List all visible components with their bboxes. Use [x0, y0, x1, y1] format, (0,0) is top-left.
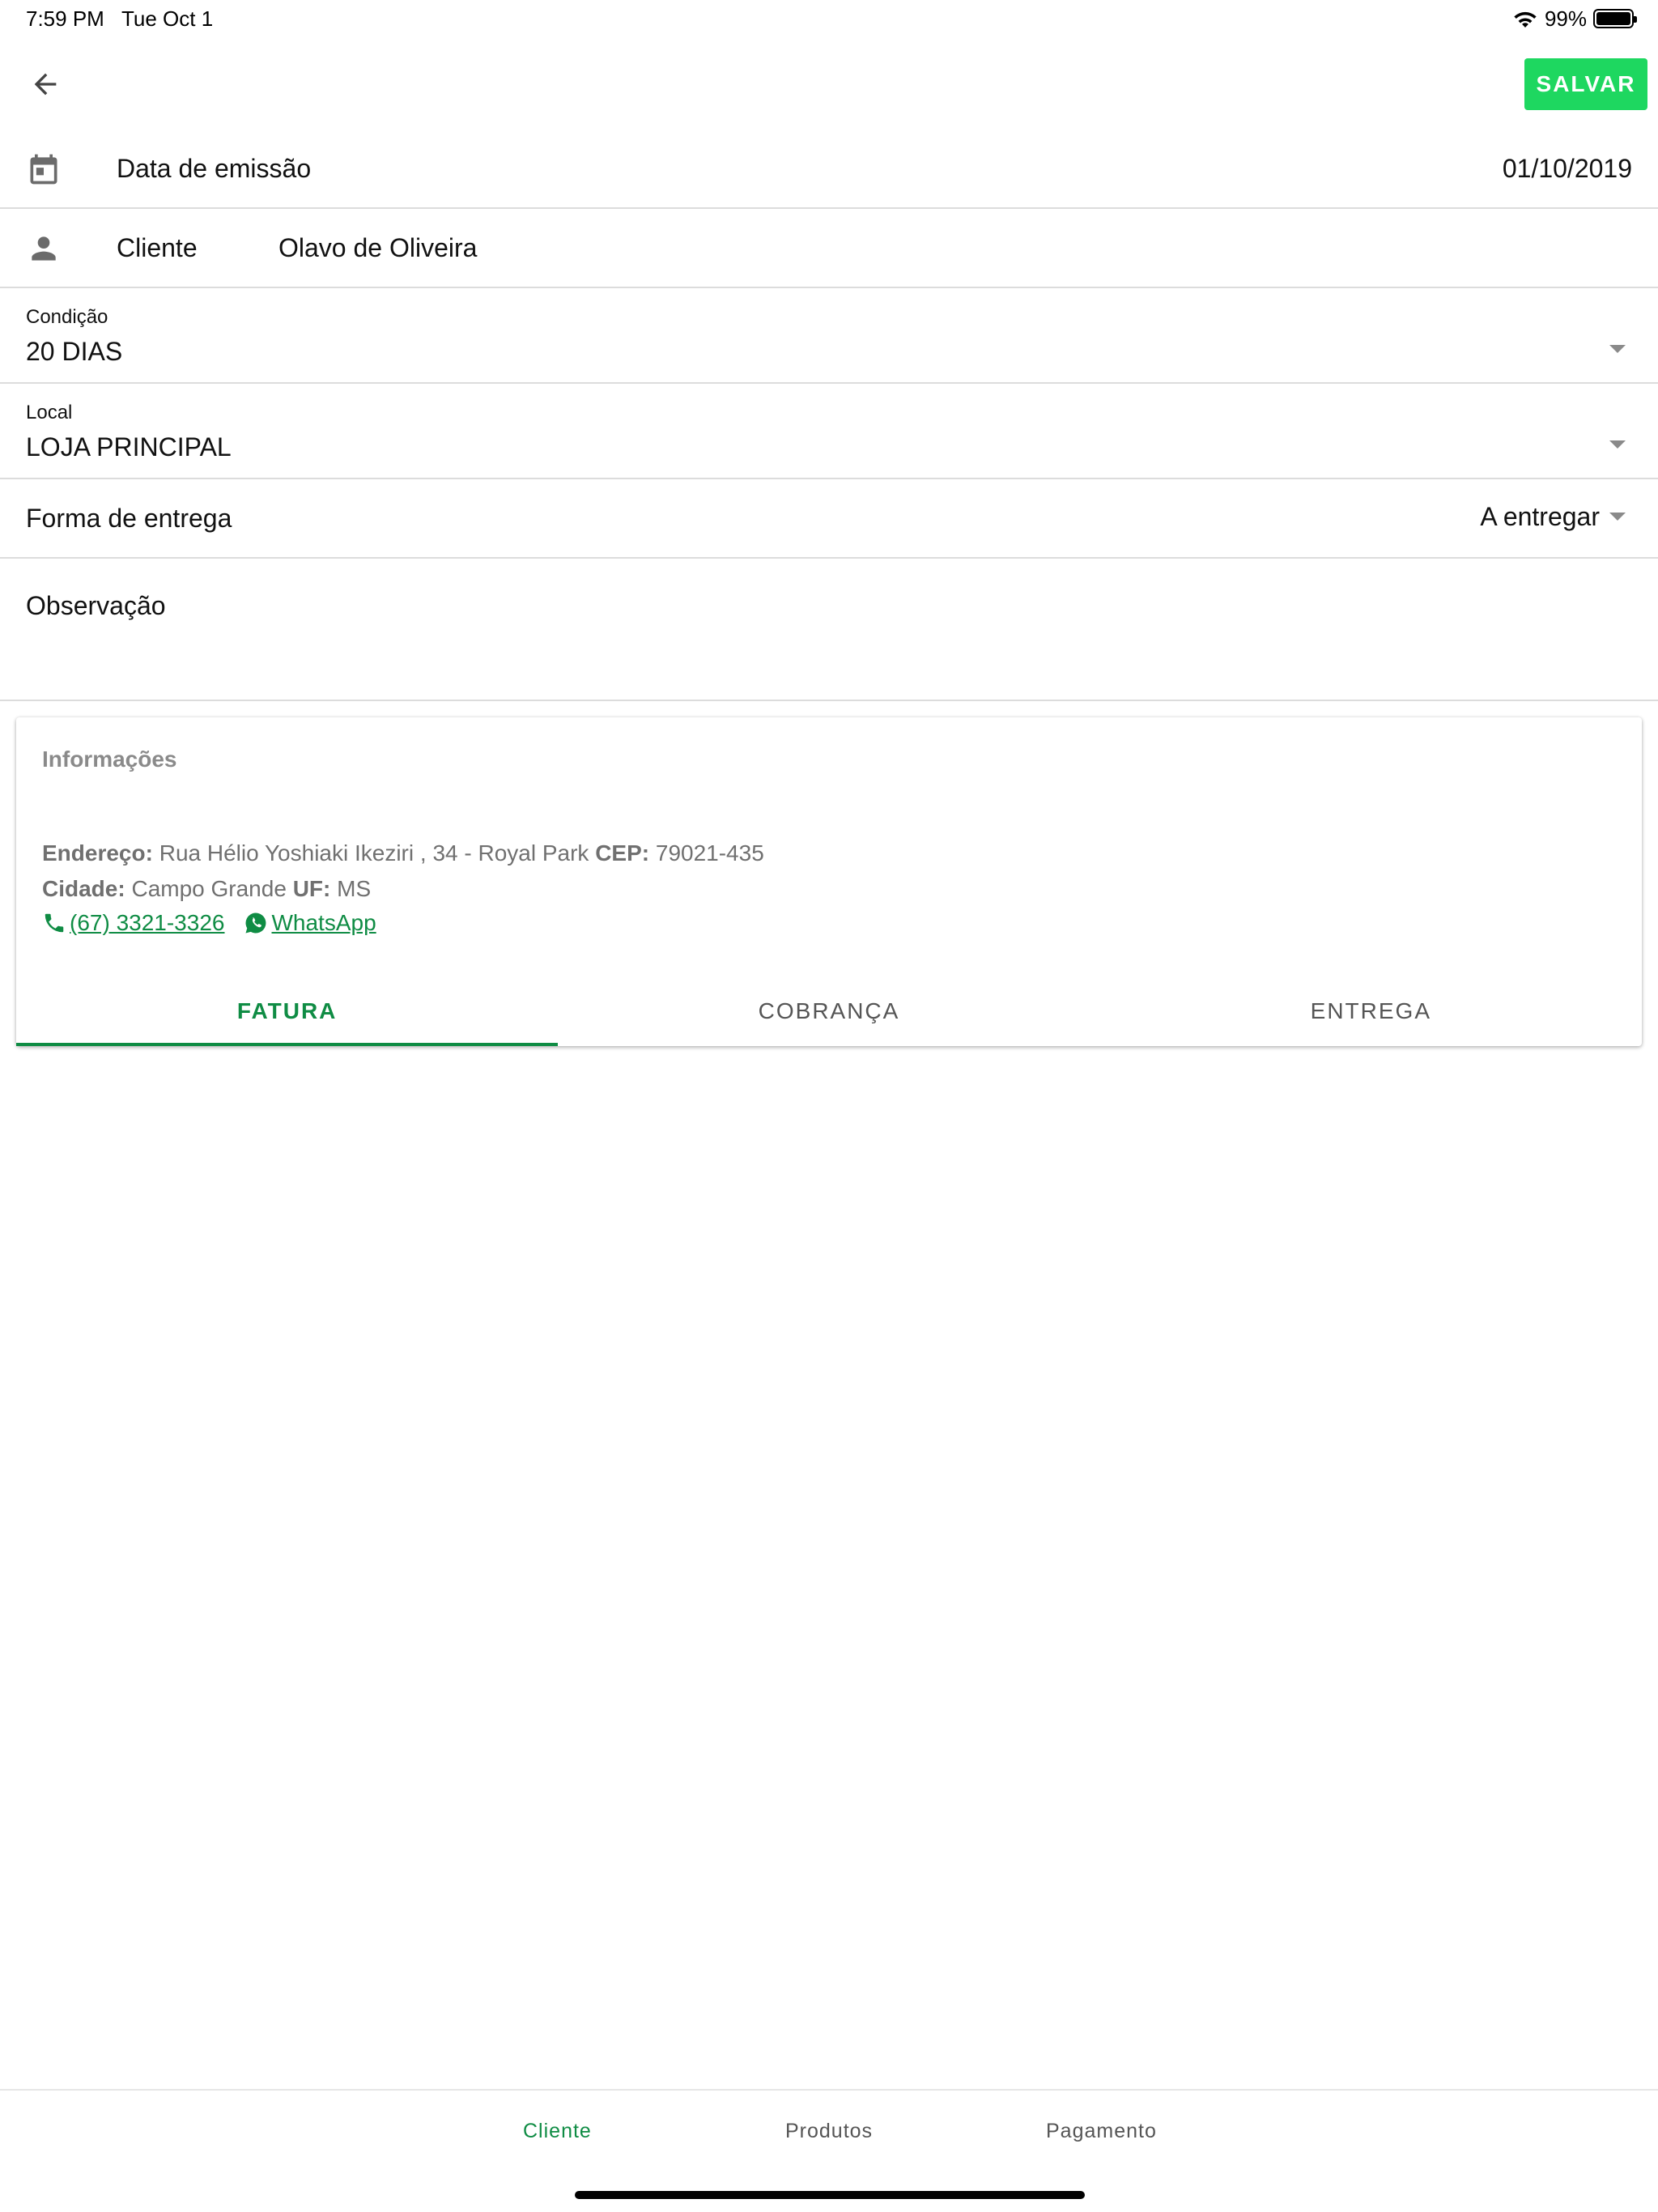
status-time: 7:59 PM	[26, 6, 104, 31]
chevron-down-icon	[1609, 513, 1626, 521]
uf-label: UF:	[292, 876, 331, 901]
local-label: Local	[26, 402, 73, 423]
address-line: Endereço: Rua Hélio Yoshiaki Ikeziri , 3…	[42, 840, 764, 866]
save-button[interactable]: SALVAR	[1524, 58, 1647, 110]
city-value: Campo Grande	[131, 876, 287, 901]
address-value: Rua Hélio Yoshiaki Ikeziri , 34 - Royal …	[159, 840, 589, 866]
info-card-title: Informações	[42, 747, 177, 772]
chevron-down-icon	[1609, 345, 1626, 353]
home-indicator[interactable]	[575, 2191, 1085, 2199]
city-line: Cidade: Campo Grande UF: MS	[42, 876, 371, 902]
local-select[interactable]: Local LOJA PRINCIPAL	[0, 384, 1658, 479]
condition-value: 20 DIAS	[26, 337, 123, 366]
emission-date-value[interactable]: 01/10/2019	[1503, 154, 1632, 184]
emission-date-row[interactable]: Data de emissão 01/10/2019	[0, 130, 1658, 209]
info-card: Informações Endereço: Rua Hélio Yoshiaki…	[16, 717, 1642, 1046]
delivery-value: A entregar	[1480, 502, 1600, 531]
wifi-icon	[1514, 11, 1537, 28]
emission-date-label: Data de emissão	[117, 154, 312, 183]
delivery-label: Forma de entrega	[26, 504, 232, 533]
whatsapp-link[interactable]: WhatsApp	[271, 910, 376, 936]
back-button[interactable]	[24, 63, 66, 105]
person-icon	[32, 236, 56, 261]
status-date: Tue Oct 1	[121, 6, 214, 31]
battery-fill	[1596, 12, 1630, 25]
bottom-nav-produtos[interactable]: Produtos	[785, 2120, 873, 2143]
calendar-icon	[30, 154, 57, 185]
observation-label: Observação	[26, 591, 166, 620]
client-row[interactable]: Cliente Olavo de Oliveira	[0, 209, 1658, 288]
whatsapp-icon	[245, 912, 266, 934]
uf-value: MS	[337, 876, 372, 901]
chevron-down-icon	[1609, 440, 1626, 449]
tab-fatura[interactable]: FATURA	[16, 976, 559, 1046]
phone-icon	[45, 913, 64, 933]
battery-tip	[1634, 16, 1637, 23]
tab-cobranca[interactable]: COBRANÇA	[558, 976, 1099, 1046]
client-value[interactable]: Olavo de Oliveira	[278, 233, 477, 263]
phone-link[interactable]: (67) 3321-3326	[70, 910, 224, 936]
arrow-left-icon	[34, 73, 57, 96]
city-label: Cidade:	[42, 876, 125, 901]
delivery-select[interactable]: Forma de entrega A entregar	[0, 479, 1658, 559]
bottom-nav-cliente[interactable]: Cliente	[523, 2120, 592, 2143]
client-label: Cliente	[117, 233, 198, 262]
battery-percentage: 99%	[1544, 6, 1587, 31]
contact-line: (67) 3321-3326 WhatsApp	[42, 910, 376, 936]
cep-label: CEP:	[595, 840, 650, 866]
observation-field[interactable]: Observação	[0, 559, 1658, 701]
condition-label: Condição	[26, 306, 108, 328]
address-label: Endereço:	[42, 840, 153, 866]
battery-icon	[1593, 9, 1637, 28]
status-bar: 7:59 PM Tue Oct 1 99%	[0, 0, 1658, 37]
local-value: LOJA PRINCIPAL	[26, 432, 232, 462]
tab-entrega[interactable]: ENTREGA	[1100, 976, 1642, 1046]
address-tabs: FATURA COBRANÇA ENTREGA	[16, 976, 1642, 1046]
bottom-nav: Cliente Produtos Pagamento	[0, 2089, 1658, 2178]
bottom-nav-pagamento[interactable]: Pagamento	[1046, 2120, 1157, 2143]
status-indicators: 99%	[1512, 5, 1637, 32]
condition-select[interactable]: Condição 20 DIAS	[0, 288, 1658, 384]
cep-value: 79021-435	[655, 840, 764, 866]
